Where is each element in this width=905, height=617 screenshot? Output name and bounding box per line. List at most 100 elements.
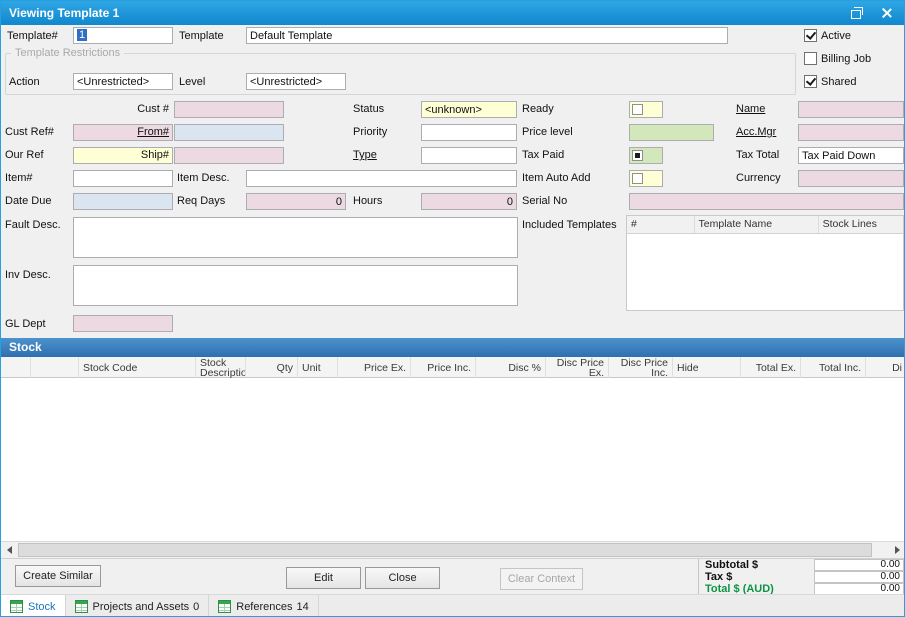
active-checkbox-label: Active <box>821 30 851 42</box>
priority-label: Priority <box>353 126 387 138</box>
edit-button[interactable]: Edit <box>286 567 361 589</box>
price-level-input[interactable] <box>629 124 714 141</box>
item-no-label: Item# <box>5 172 33 184</box>
tax-paid-label: Tax Paid <box>522 149 564 161</box>
ready-checkbox[interactable] <box>632 104 643 115</box>
tab-references[interactable]: References 14 <box>209 595 319 617</box>
scrollbar-thumb[interactable] <box>18 543 872 557</box>
ready-checkbox-field[interactable] <box>629 101 663 118</box>
price-level-label: Price level <box>522 126 573 138</box>
tax-label: Tax $ <box>705 571 732 583</box>
bottom-tab-bar: Stock Projects and Assets 0 References 1… <box>1 594 905 617</box>
currency-input[interactable] <box>798 170 904 187</box>
column-header-disc-pct[interactable]: Disc % <box>476 357 546 378</box>
billing-job-checkbox[interactable] <box>804 52 817 65</box>
level-input[interactable] <box>246 73 346 90</box>
template-label: Template <box>179 30 224 42</box>
action-label: Action <box>9 76 40 88</box>
column-header-blank[interactable] <box>31 357 79 378</box>
shared-checkbox[interactable] <box>804 75 817 88</box>
stock-grid-body <box>1 378 905 541</box>
column-header-price-ex[interactable]: Price Ex. <box>338 357 411 378</box>
tab-projects-label: Projects and Assets <box>93 601 190 613</box>
column-header-disc-price-ex[interactable]: Disc Price Ex. <box>546 357 609 378</box>
column-header-row-indicator[interactable] <box>1 357 31 378</box>
tab-projects-count: 0 <box>193 601 199 613</box>
name-label[interactable]: Name <box>736 103 765 115</box>
level-label: Level <box>179 76 205 88</box>
type-input[interactable] <box>421 147 517 164</box>
from-no-input[interactable] <box>174 124 284 141</box>
subtotal-row: Subtotal $ 0.00 <box>699 559 905 571</box>
horizontal-scrollbar[interactable] <box>1 541 905 558</box>
spreadsheet-icon <box>218 600 231 613</box>
shared-checkbox-label: Shared <box>821 76 856 88</box>
column-header-unit[interactable]: Unit <box>298 357 338 378</box>
ship-no-label: Ship# <box>101 149 169 161</box>
action-input[interactable] <box>73 73 173 90</box>
currency-label: Currency <box>736 172 781 184</box>
template-no-input[interactable]: 1 <box>73 27 173 44</box>
column-header-number[interactable]: # <box>627 216 695 233</box>
scroll-right-button[interactable] <box>889 542 905 558</box>
acc-mgr-label[interactable]: Acc.Mgr <box>736 126 776 138</box>
item-desc-input[interactable] <box>246 170 517 187</box>
date-due-input[interactable] <box>73 193 173 210</box>
serial-no-label: Serial No <box>522 195 567 207</box>
ship-no-input[interactable] <box>174 147 284 164</box>
column-header-total-ex[interactable]: Total Ex. <box>741 357 801 378</box>
item-auto-add-checkbox[interactable] <box>632 173 643 184</box>
template-viewer-window: Viewing Template 1 Template# 1 Template … <box>0 0 905 617</box>
template-no-label: Template# <box>7 30 58 42</box>
create-similar-button[interactable]: Create Similar <box>15 565 101 587</box>
title-bar: Viewing Template 1 <box>1 1 904 25</box>
column-header-stock-code[interactable]: Stock Code <box>79 357 196 378</box>
from-no-label[interactable]: From# <box>101 126 169 138</box>
serial-no-input[interactable] <box>629 193 904 210</box>
footer-bar: Create Similar Edit Close Clear Context … <box>1 558 905 594</box>
restore-window-button[interactable] <box>842 1 870 25</box>
column-header-template-name[interactable]: Template Name <box>695 216 819 233</box>
column-header-qty[interactable]: Qty <box>246 357 298 378</box>
window-title: Viewing Template 1 <box>9 1 119 25</box>
tab-projects-and-assets[interactable]: Projects and Assets 0 <box>66 595 210 617</box>
close-window-button[interactable] <box>872 1 900 25</box>
type-label[interactable]: Type <box>353 149 377 161</box>
column-header-disc-truncated[interactable]: Di <box>866 357 905 378</box>
column-header-hide[interactable]: Hide <box>673 357 741 378</box>
req-days-label: Req Days <box>177 195 225 207</box>
tax-total-label: Tax Total <box>736 149 779 161</box>
gl-dept-input[interactable] <box>73 315 173 332</box>
column-header-total-inc[interactable]: Total Inc. <box>801 357 866 378</box>
column-header-disc-price-inc[interactable]: Disc Price Inc. <box>609 357 673 378</box>
tax-paid-checkbox[interactable] <box>632 150 643 161</box>
name-input[interactable] <box>798 101 904 118</box>
priority-input[interactable] <box>421 124 517 141</box>
inv-desc-label: Inv Desc. <box>5 269 51 281</box>
hours-label: Hours <box>353 195 382 207</box>
column-header-stock-description[interactable]: Stock Description <box>196 357 246 378</box>
cust-no-input[interactable] <box>174 101 284 118</box>
tax-paid-checkbox-field[interactable] <box>629 147 663 164</box>
column-header-price-inc[interactable]: Price Inc. <box>411 357 476 378</box>
scroll-left-button[interactable] <box>1 542 18 558</box>
cust-no-label: Cust # <box>101 103 169 115</box>
hours-input[interactable] <box>421 193 517 210</box>
close-button[interactable]: Close <box>365 567 440 589</box>
included-templates-table: # Template Name Stock Lines <box>626 215 904 311</box>
fault-desc-textarea[interactable] <box>73 217 518 258</box>
tab-stock[interactable]: Stock <box>1 595 66 617</box>
status-input[interactable] <box>421 101 517 118</box>
item-auto-add-checkbox-field[interactable] <box>629 170 663 187</box>
inv-desc-textarea[interactable] <box>73 265 518 306</box>
column-header-stock-lines[interactable]: Stock Lines <box>819 216 903 233</box>
spreadsheet-icon <box>75 600 88 613</box>
acc-mgr-input[interactable] <box>798 124 904 141</box>
tax-total-input[interactable] <box>798 147 904 164</box>
active-checkbox[interactable] <box>804 29 817 42</box>
template-name-input[interactable] <box>246 27 728 44</box>
req-days-input[interactable] <box>246 193 346 210</box>
cust-ref-label: Cust Ref# <box>5 126 54 138</box>
clear-context-button: Clear Context <box>500 568 583 590</box>
item-no-input[interactable] <box>73 170 173 187</box>
